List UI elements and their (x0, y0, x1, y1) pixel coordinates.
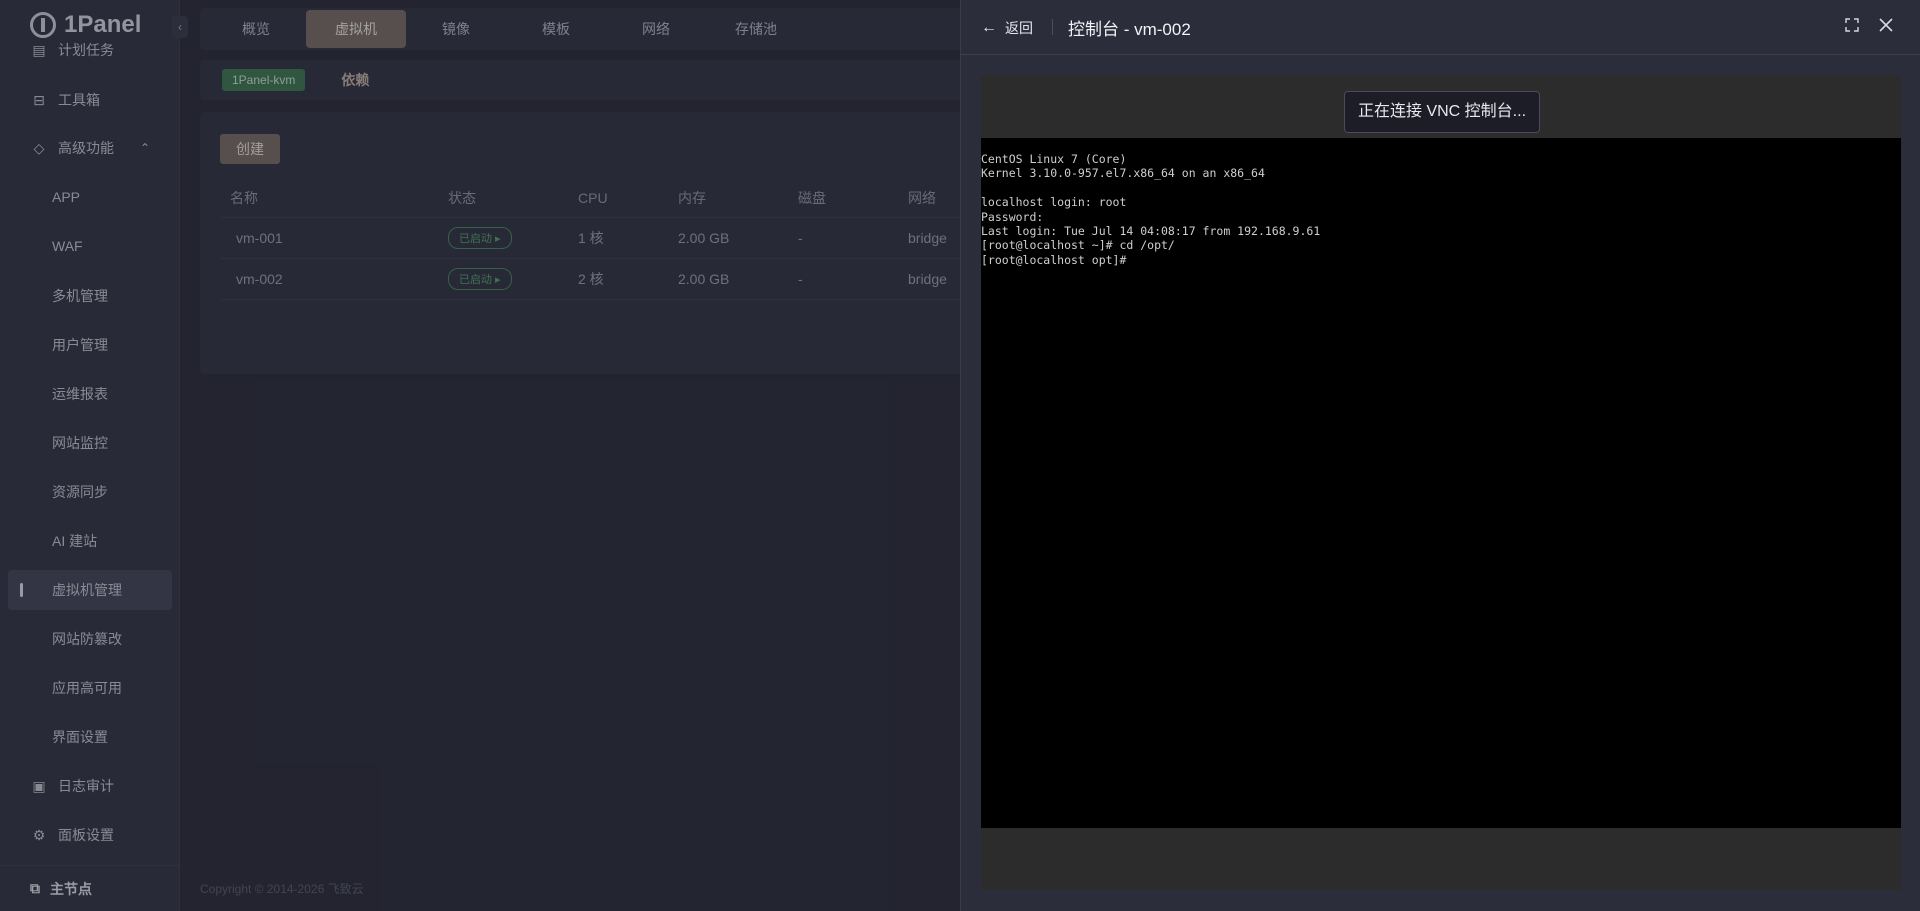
console-line: [root@localhost opt]# (981, 252, 1127, 267)
console-line: localhost login: root (981, 195, 1127, 210)
console-line: CentOS Linux 7 (Core) (981, 152, 1127, 166)
console-line: Kernel 3.10.0-957.el7.x86_64 on an x86_6… (981, 166, 1265, 181)
console-drawer: ← 返回 控制台 - vm-002 正在连接 VNC 控制台... CentOS… (960, 0, 1920, 911)
arrow-left-icon: ← (981, 19, 997, 36)
console-line: Password: (981, 209, 1044, 224)
console-output: CentOS Linux 7 (Core) Kernel 3.10.0-957.… (981, 152, 1320, 267)
console-line: Last login: Tue Jul 14 04:08:17 from 192… (981, 224, 1321, 239)
fullscreen-icon[interactable] (1845, 18, 1859, 32)
vnc-status-message: 正在连接 VNC 控制台... (1344, 91, 1541, 133)
drawer-header: ← 返回 控制台 - vm-002 (961, 0, 1920, 55)
vnc-frame: 正在连接 VNC 控制台... CentOS Linux 7 (Core) Ke… (981, 75, 1901, 890)
drawer-title: 控制台 - vm-002 (1068, 20, 1191, 39)
console-line: [root@localhost ~]# cd /opt/ (981, 238, 1175, 253)
close-icon[interactable] (1877, 16, 1895, 34)
back-label: 返回 (1005, 20, 1033, 36)
header-divider (1052, 19, 1053, 35)
back-button[interactable]: ← 返回 (981, 18, 1033, 38)
vnc-console-screen[interactable]: CentOS Linux 7 (Core) Kernel 3.10.0-957.… (981, 138, 1901, 828)
